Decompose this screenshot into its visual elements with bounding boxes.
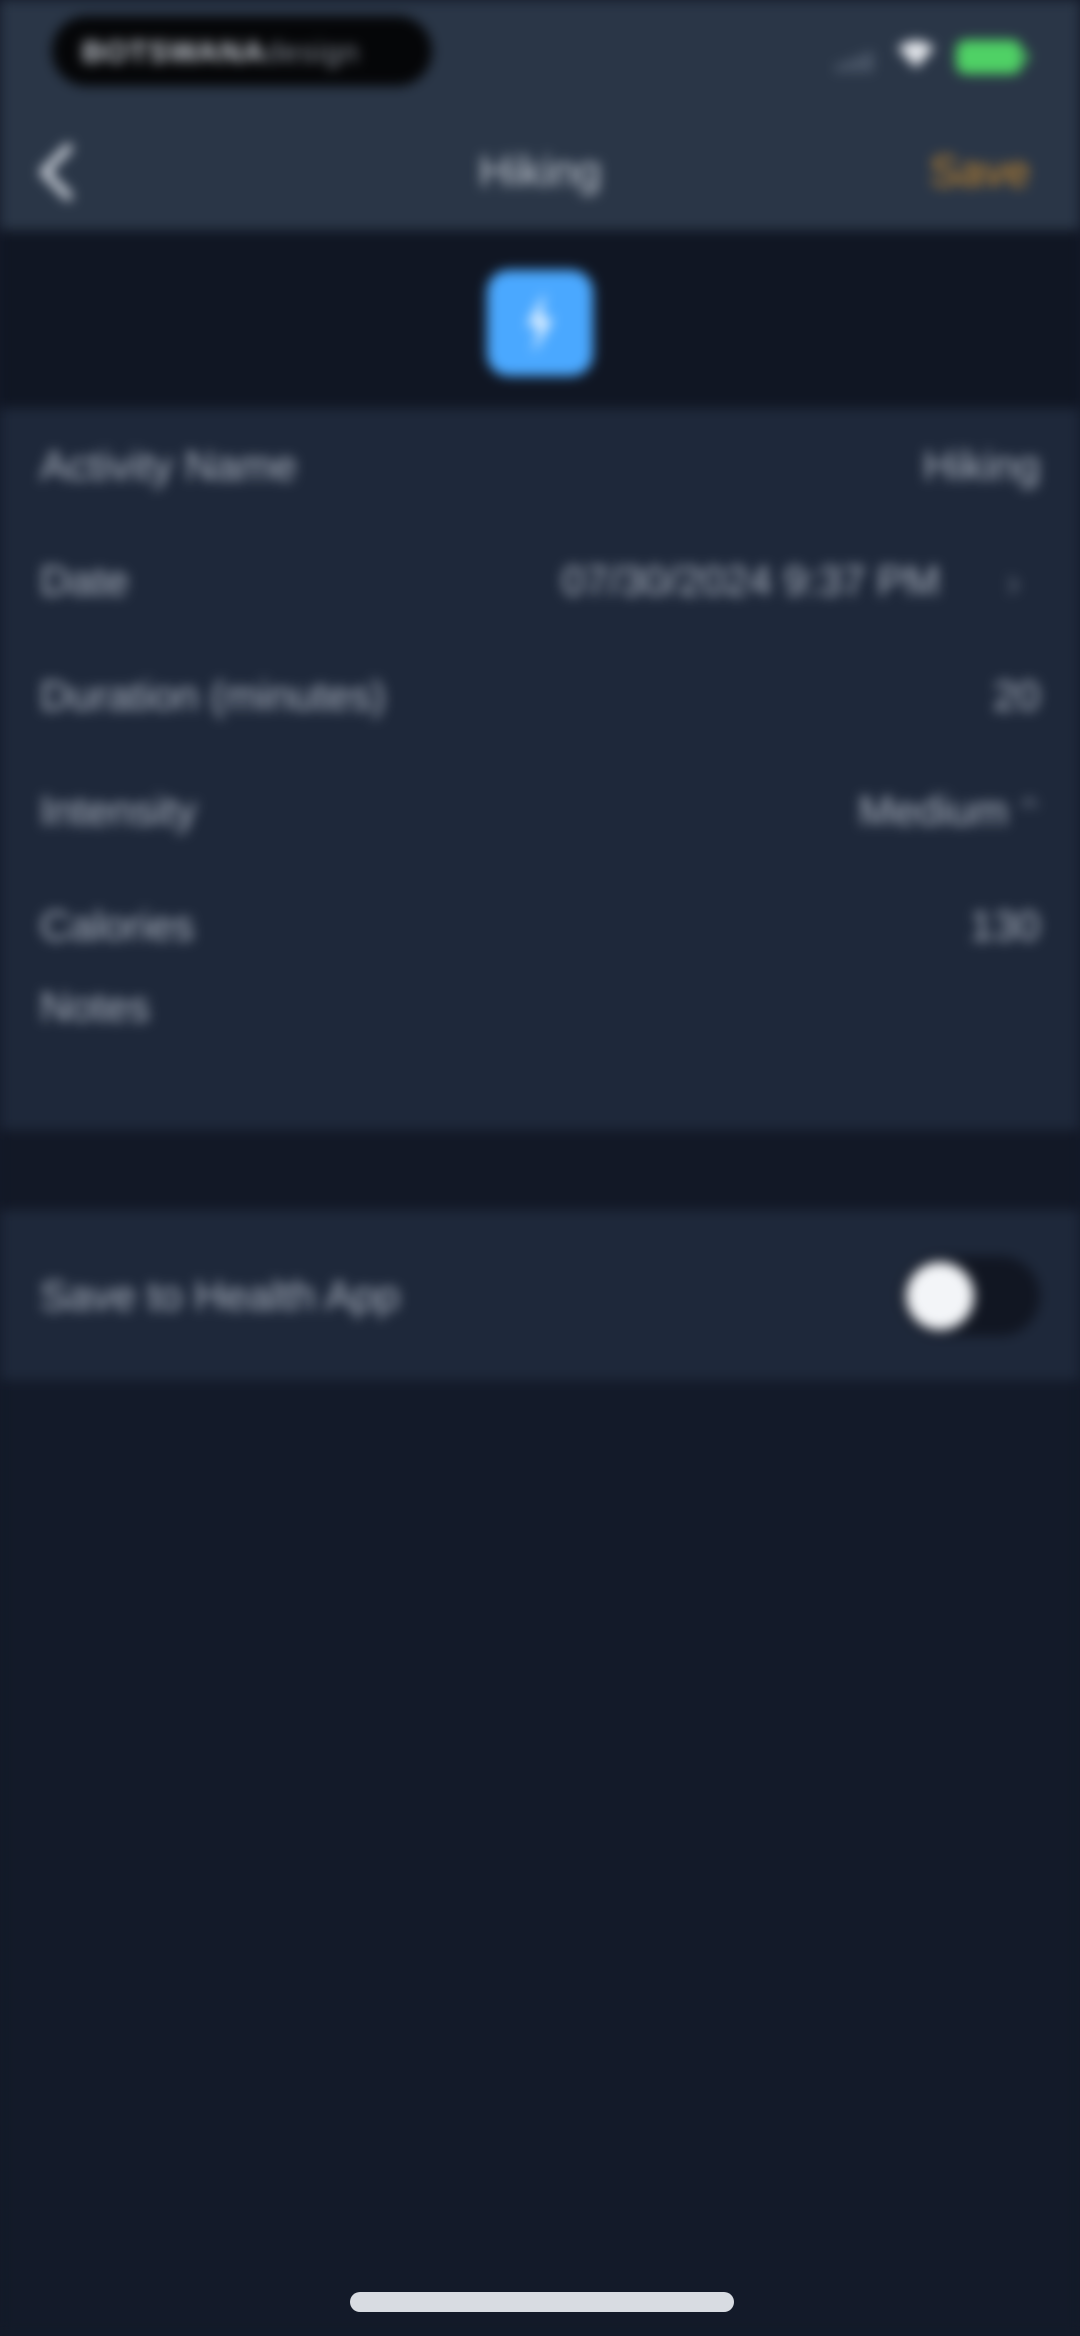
screen: BOTSWANAdesign Hiking Save Activity Name… [0,0,1080,2336]
empty-area [0,1380,1080,2336]
page-title: Hiking [478,147,602,196]
activity-icon-button[interactable] [487,270,593,376]
activity-name-row[interactable]: Activity Name Hiking [0,408,1080,523]
notes-label: Notes [40,983,150,1030]
nav-bar: Hiking Save [0,115,1080,230]
calories-field[interactable]: 130 [970,902,1040,950]
save-to-health-label: Save to Health App [40,1272,400,1319]
section-divider [0,1130,1080,1210]
status-bar: BOTSWANAdesign [0,0,1080,115]
intensity-select[interactable]: Medium [859,787,1008,835]
island-text: BOTSWANAdesign [82,36,359,70]
health-section: Save to Health App [0,1210,1080,1380]
activity-name-field[interactable]: Hiking [923,442,1040,490]
blurred-content: BOTSWANAdesign Hiking Save Activity Name… [0,0,1080,2336]
dynamic-island: BOTSWANAdesign [52,16,432,86]
save-button[interactable]: Save [930,147,1030,197]
island-text-bold: BOTSWANA [82,36,265,69]
home-indicator[interactable] [350,2292,734,2312]
wifi-icon [896,38,936,70]
activity-icon-header [0,230,1080,408]
activity-name-label: Activity Name [40,442,297,489]
date-value[interactable]: 07/30/2024 9:37 PM [562,557,940,605]
activity-form: Activity Name Hiking Date 07/30/2024 9:3… [0,408,1080,1130]
island-text-light: design [265,36,360,69]
duration-field[interactable]: 20 [993,672,1040,720]
calories-row[interactable]: Calories 130 [0,868,1080,983]
duration-label: Duration (minutes) [40,672,386,719]
save-to-health-toggle[interactable] [900,1256,1040,1336]
signal-icon [836,50,874,72]
toggle-knob [906,1262,974,1330]
date-row[interactable]: Date 07/30/2024 9:37 PM › [0,523,1080,638]
chevron-up-down-icon: ⌃ [1012,792,1046,836]
calories-label: Calories [40,902,195,949]
duration-row[interactable]: Duration (minutes) 20 [0,638,1080,753]
chevron-right-icon: › [1006,561,1020,605]
battery-icon [956,40,1028,74]
intensity-label: Intensity [40,787,197,834]
lightning-bolt-icon [527,292,553,354]
date-label: Date [40,557,129,604]
intensity-row[interactable]: Intensity Medium ⌃ [0,753,1080,868]
